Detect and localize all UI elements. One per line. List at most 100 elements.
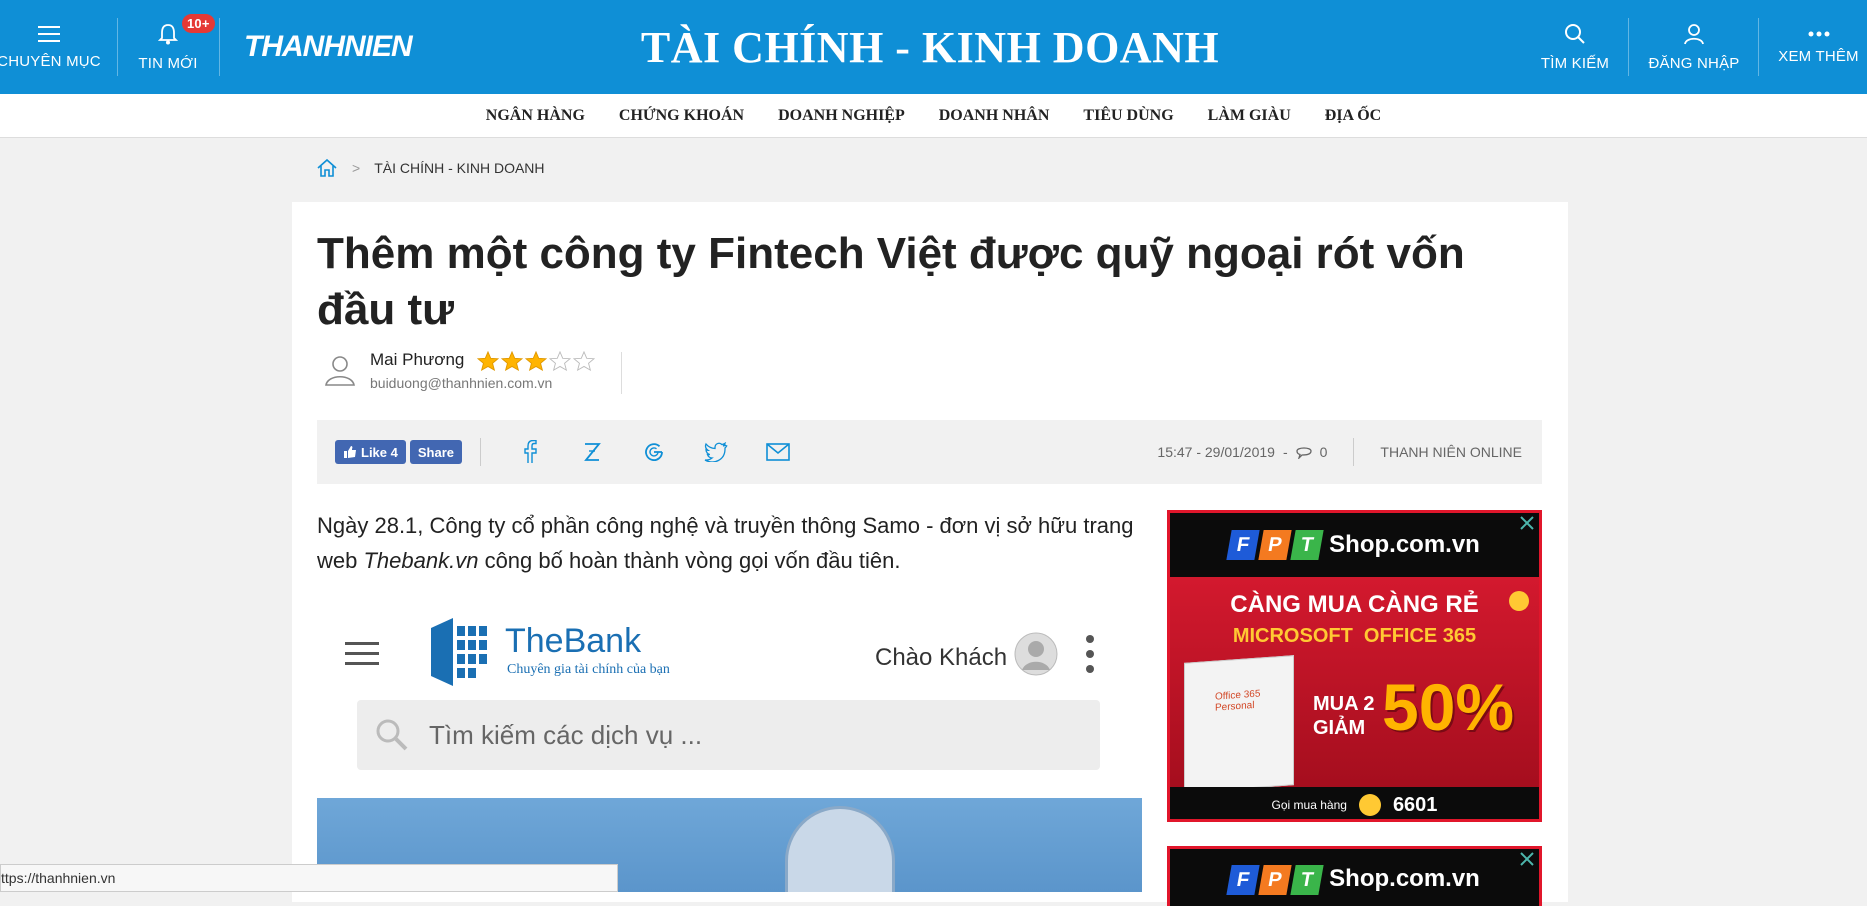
- divider: [219, 18, 220, 76]
- comment-icon[interactable]: [1295, 445, 1312, 459]
- fb-share-button[interactable]: Share: [409, 440, 462, 464]
- app-search-placeholder: Tìm kiếm các dịch vụ ...: [429, 719, 703, 750]
- news-button[interactable]: 10+ TIN MỚI: [126, 0, 215, 94]
- nav-item-lam-giau[interactable]: LÀM GIÀU: [1208, 107, 1291, 125]
- top-header: CHUYÊN MỤC 10+ TIN MỚI THANHNIEN TÀI CHÍ…: [0, 0, 1867, 94]
- author-name[interactable]: Mai Phương: [370, 350, 464, 369]
- search-button[interactable]: TÌM KIẾM: [1530, 0, 1620, 94]
- share-facebook-button[interactable]: [499, 420, 561, 484]
- share-zalo-button[interactable]: [561, 420, 623, 484]
- nav-item-tieu-dung[interactable]: TIÊU DÙNG: [1083, 107, 1173, 125]
- ad-product: MICROSOFT OFFICE 365: [1232, 625, 1477, 647]
- star-filled-icon: [524, 350, 547, 371]
- ad-header: F P T Shop.com.vn: [1170, 513, 1539, 577]
- google-icon: [645, 443, 663, 461]
- fpt-p: P: [1258, 865, 1292, 895]
- more-label: XEM THÊM: [1778, 47, 1859, 65]
- app-menu-icon: [345, 642, 379, 665]
- sapo-link: Thebank.vn: [363, 548, 479, 573]
- status-url: ttps://thanhnien.vn: [1, 870, 116, 886]
- fpt-t: T: [1290, 865, 1324, 895]
- comment-count[interactable]: 0: [1320, 444, 1328, 460]
- avatar-icon: [1014, 632, 1058, 676]
- search-label: TÌM KIẾM: [1540, 54, 1610, 72]
- divider: [117, 18, 118, 76]
- fpt-t: T: [1290, 530, 1324, 560]
- ad-headline: CÀNG MUA CÀNG RẺ: [1230, 591, 1479, 618]
- login-label: ĐĂNG NHẬP: [1648, 54, 1740, 72]
- news-badge: 10+: [182, 14, 215, 33]
- thebank-logo-icon: [431, 618, 487, 686]
- more-button[interactable]: XEM THÊM: [1770, 0, 1867, 94]
- sapo-text-end: công bố hoàn thành vòng gọi vốn đầu tiên…: [478, 548, 901, 573]
- adchoices-icon[interactable]: [1519, 515, 1535, 531]
- ad-header: F P T Shop.com.vn: [1170, 849, 1539, 906]
- divider: [621, 352, 622, 394]
- article-title: Thêm một công ty Fintech Việt được quỹ n…: [317, 229, 1465, 334]
- nav-item-ngan-hang[interactable]: NGÂN HÀNG: [486, 107, 585, 125]
- divider: [1628, 18, 1629, 76]
- share-email-button[interactable]: [747, 420, 809, 484]
- office-box-label: Office 365 Personal: [1215, 688, 1261, 714]
- ad-hotline-label: Gọi mua hàng: [1271, 798, 1347, 812]
- app-greeting: Chào Khách: [875, 644, 1008, 671]
- site-logo[interactable]: THANHNIEN: [244, 30, 413, 64]
- facebook-icon: [524, 440, 537, 463]
- ad-buy: MUA 2: [1313, 693, 1375, 715]
- divider: [480, 438, 481, 466]
- share-bar: Like 4 Share 15:47 - 29/01/2019 - 0 THAN…: [317, 420, 1542, 484]
- fpt-f: F: [1226, 530, 1260, 560]
- nav-item-doanh-nghiep[interactable]: DOANH NGHIỆP: [778, 107, 905, 125]
- ad-discount-word: GIẢM: [1313, 717, 1366, 739]
- ad-footer: Gọi mua hàng 6601: [1170, 787, 1539, 819]
- news-label: TIN MỚI: [138, 54, 198, 72]
- browser-status-bar: ttps://thanhnien.vn: [0, 864, 618, 892]
- blossom-icon: [1358, 794, 1381, 816]
- article-meta: 15:47 - 29/01/2019 - 0 THANH NIÊN ONLINE: [1157, 438, 1542, 466]
- author-email: buiduong@thanhnien.com.vn: [370, 374, 553, 391]
- search-icon: [1565, 23, 1585, 44]
- user-icon: [1684, 23, 1704, 44]
- share-google-button[interactable]: [623, 420, 685, 484]
- home-icon[interactable]: [316, 158, 338, 178]
- app-search-box: Tìm kiếm các dịch vụ ...: [357, 700, 1100, 770]
- article-image[interactable]: TheBank Chuyên gia tài chính của bạn Chà…: [317, 600, 1142, 892]
- publish-datetime: 15:47 - 29/01/2019: [1157, 444, 1275, 460]
- breadcrumb-current[interactable]: TÀI CHÍNH - KINH DOANH: [374, 160, 544, 176]
- photo-figure: [785, 806, 895, 892]
- share-twitter-button[interactable]: [685, 420, 747, 484]
- hamburger-icon: [38, 25, 60, 42]
- ad-shop: Shop.com.vn: [1329, 531, 1480, 558]
- ad-banner-2[interactable]: F P T Shop.com.vn: [1167, 846, 1542, 906]
- fpt-f: F: [1226, 865, 1260, 895]
- blossom-decoration: [1509, 591, 1529, 611]
- ad-discount: 50%: [1382, 670, 1515, 744]
- author-block: Mai Phương buiduong@thanhnien.com.vn: [322, 350, 595, 391]
- menu-label: CHUYÊN MỤC: [0, 52, 101, 70]
- nav-item-dia-oc[interactable]: ĐỊA ỐC: [1325, 107, 1381, 125]
- twitter-icon: [704, 442, 728, 462]
- kebab-menu-icon: [1086, 635, 1094, 673]
- article-source: THANH NIÊN ONLINE: [1380, 444, 1522, 460]
- menu-button[interactable]: CHUYÊN MỤC: [0, 0, 101, 94]
- mail-icon: [766, 443, 790, 461]
- breadcrumb: > TÀI CHÍNH - KINH DOANH: [316, 158, 545, 178]
- nav-item-doanh-nhan[interactable]: DOANH NHÂN: [939, 107, 1050, 125]
- login-button[interactable]: ĐĂNG NHẬP: [1644, 0, 1744, 94]
- zalo-icon: [584, 443, 601, 461]
- fpt-p: P: [1258, 530, 1292, 560]
- thebank-tagline: Chuyên gia tài chính của bạn: [507, 662, 670, 677]
- adchoices-icon[interactable]: [1519, 851, 1535, 867]
- star-filled-icon: [500, 350, 523, 371]
- section-title: TÀI CHÍNH - KINH DOANH: [640, 23, 1220, 72]
- author-rating: [476, 350, 595, 371]
- star-empty-icon: [548, 350, 571, 371]
- meta-dash: -: [1282, 444, 1288, 460]
- bell-icon: [158, 23, 178, 44]
- divider: [1758, 18, 1759, 76]
- nav-item-chung-khoan[interactable]: CHỨNG KHOÁN: [619, 107, 744, 125]
- ad-banner[interactable]: F P T Shop.com.vn CÀNG MUA CÀNG RẺ MICRO…: [1167, 510, 1542, 822]
- fb-like-button[interactable]: Like 4: [335, 440, 406, 464]
- star-filled-icon: [476, 350, 499, 371]
- ad-body: CÀNG MUA CÀNG RẺ MICROSOFT OFFICE 365 Of…: [1170, 577, 1539, 793]
